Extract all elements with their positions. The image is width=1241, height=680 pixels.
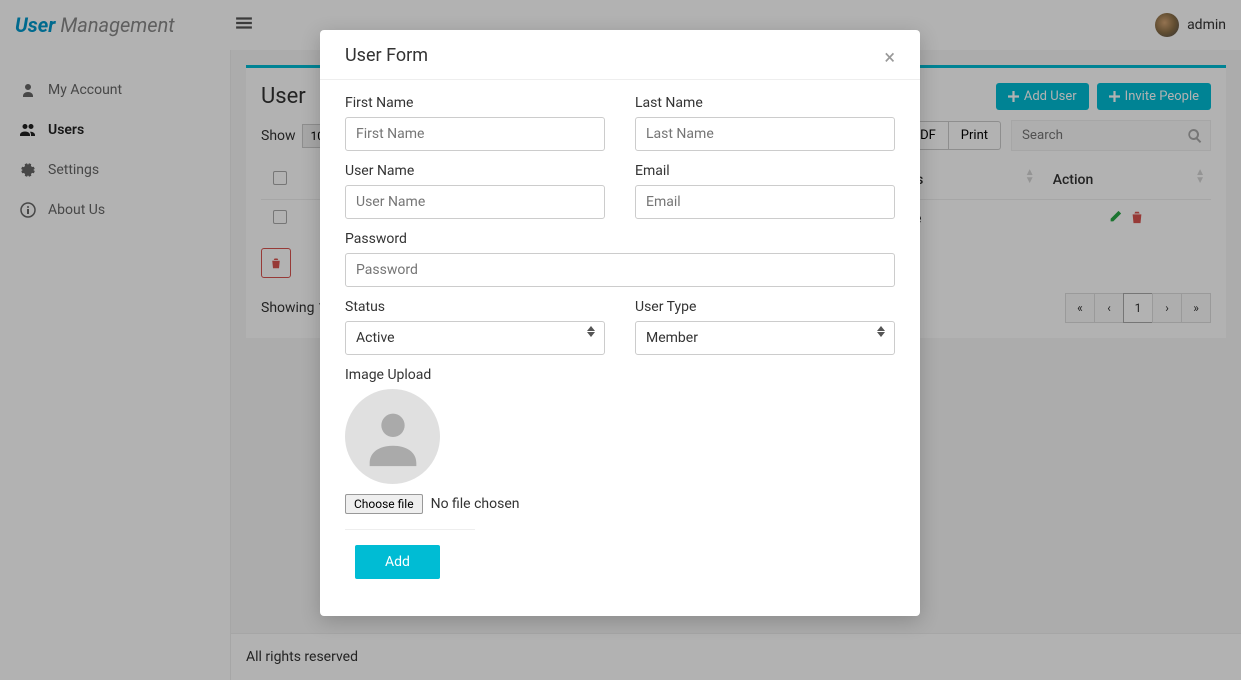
modal-close-button[interactable]: × (884, 45, 895, 69)
email-label: Email (635, 163, 895, 179)
status-label: Status (345, 299, 605, 315)
user-form-modal: User Form × First Name Last Name User Na… (320, 30, 920, 616)
password-label: Password (345, 231, 895, 247)
user-name-input[interactable] (345, 185, 605, 219)
image-upload-label: Image Upload (345, 367, 895, 383)
user-type-select[interactable]: Member (635, 321, 895, 355)
last-name-input[interactable] (635, 117, 895, 151)
avatar-preview (345, 389, 440, 484)
add-submit-button[interactable]: Add (355, 545, 440, 579)
modal-title: User Form (345, 45, 428, 69)
user-type-label: User Type (635, 299, 895, 315)
password-input[interactable] (345, 253, 895, 287)
user-name-label: User Name (345, 163, 605, 179)
choose-file-button[interactable]: Choose file (345, 494, 423, 514)
status-select[interactable]: Active (345, 321, 605, 355)
email-input[interactable] (635, 185, 895, 219)
last-name-label: Last Name (635, 95, 895, 111)
first-name-input[interactable] (345, 117, 605, 151)
first-name-label: First Name (345, 95, 605, 111)
file-chosen-text: No file chosen (431, 496, 520, 512)
person-icon (358, 402, 428, 472)
